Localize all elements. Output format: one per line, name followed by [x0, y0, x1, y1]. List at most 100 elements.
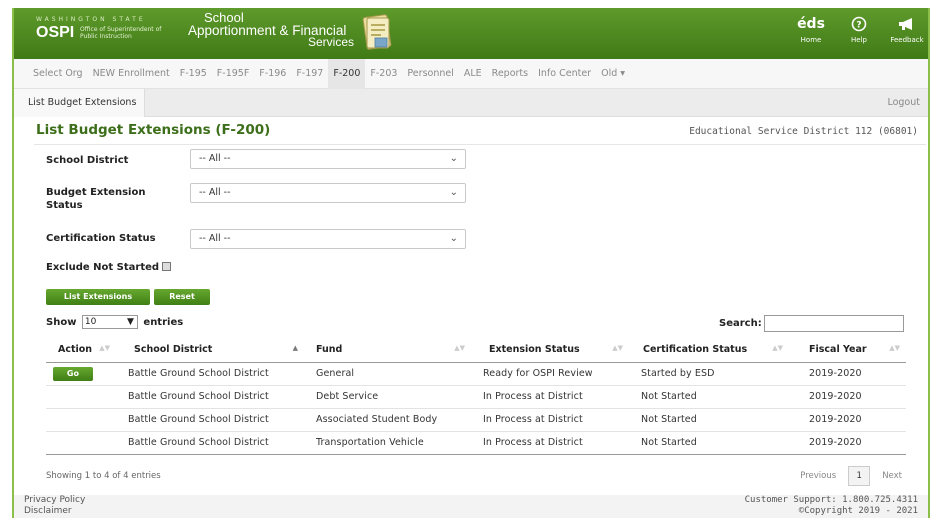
go-button[interactable]: Go	[53, 366, 93, 381]
school-district-label: School District	[46, 155, 129, 166]
sort-icon: ▲▼	[889, 344, 900, 352]
exclude-not-started-checkbox[interactable]	[162, 261, 172, 271]
certification-status-cell: Not Started	[629, 431, 789, 455]
table-info: Showing 1 to 4 of 4 entries	[46, 471, 161, 481]
fund-cell: Associated Student Body	[304, 408, 471, 432]
customer-support: Customer Support: 1.800.725.4311	[744, 495, 918, 505]
previous-page-button[interactable]: Previous	[800, 471, 836, 481]
action-cell: Go	[46, 362, 116, 386]
fiscal-year-cell: 2019-2020	[789, 385, 906, 409]
search-label: Search:	[719, 318, 762, 329]
nav-item-reports[interactable]: Reports	[487, 59, 533, 89]
chevron-down-icon: ▼	[127, 317, 134, 327]
list-extensions-button[interactable]: List Extensions	[46, 289, 150, 305]
sort-icon: ▲▼	[772, 344, 783, 352]
fiscal-year-cell: 2019-2020	[789, 362, 906, 386]
disclaimer-link[interactable]: Disclaimer	[24, 506, 85, 517]
col-header-fund[interactable]: Fund ▲▼	[304, 338, 471, 363]
feedback-link-label: Feedback	[890, 36, 924, 44]
col-header-extension-status-label: Extension Status	[489, 344, 580, 356]
app-frame: WASHINGTON STATE OSPI Office of Superint…	[12, 8, 930, 518]
search-input[interactable]	[764, 315, 904, 332]
pagination: Previous 1 Next	[800, 466, 902, 486]
help-link[interactable]: ? Help	[842, 14, 876, 44]
home-link-label: Home	[800, 36, 822, 44]
col-header-fund-label: Fund	[316, 344, 343, 356]
entries-select[interactable]: 10 ▼	[81, 315, 138, 329]
nav-item-info-center[interactable]: Info Center	[533, 59, 596, 89]
entries-label: entries	[143, 317, 184, 328]
certification-status-cell: Not Started	[629, 408, 789, 432]
certification-status-select[interactable]: -- All -- ⌄	[190, 229, 466, 249]
table-row: Battle Ground School District Associated…	[46, 408, 906, 432]
chevron-down-icon: ⌄	[449, 233, 458, 244]
app-title-line-3: Services	[308, 35, 355, 49]
certification-status-cell: Not Started	[629, 385, 789, 409]
fund-cell: Debt Service	[304, 385, 471, 409]
school-district-value: -- All --	[199, 153, 231, 164]
nav-item-old[interactable]: Old ▾	[596, 59, 630, 89]
budget-extension-status-label: Budget Extension Status	[46, 187, 146, 211]
nav-item-f200[interactable]: F-200	[328, 58, 366, 89]
table-row: Go Battle Ground School District General…	[46, 362, 906, 386]
entries-value: 10	[84, 317, 97, 327]
org-name: Educational Service District 112 (06801)	[689, 126, 918, 137]
page-title: List Budget Extensions (F-200)	[36, 122, 271, 138]
sort-asc-icon: ▲	[292, 344, 298, 352]
col-header-fiscal-year[interactable]: Fiscal Year ▲▼	[789, 338, 906, 363]
action-cell	[46, 431, 116, 455]
home-link[interactable]: éds Home	[794, 14, 828, 44]
sort-icon: ▲▼	[612, 344, 623, 352]
app-header: WASHINGTON STATE OSPI Office of Superint…	[14, 8, 928, 59]
main-nav: Select Org NEW Enrollment F-195 F-195F F…	[14, 58, 928, 89]
exclude-not-started-row: Exclude Not Started	[46, 261, 246, 274]
school-district-cell: Battle Ground School District	[116, 431, 304, 455]
extension-status-cell: In Process at District	[471, 385, 629, 409]
help-link-label: Help	[851, 36, 867, 44]
nav-item-f203[interactable]: F-203	[365, 59, 402, 89]
nav-item-select-org[interactable]: Select Org	[28, 59, 88, 89]
col-header-extension-status[interactable]: Extension Status ▲▼	[471, 338, 629, 363]
col-header-action[interactable]: Action ▲▼	[46, 338, 116, 363]
col-header-certification-status-label: Certification Status	[643, 344, 748, 356]
megaphone-icon: ◀	[898, 14, 916, 34]
next-page-button[interactable]: Next	[882, 471, 902, 481]
fund-cell: General	[304, 362, 471, 386]
school-district-select[interactable]: -- All -- ⌄	[190, 149, 466, 169]
show-entries-control: Show 10 ▼ entries	[46, 315, 183, 329]
chevron-down-icon: ⌄	[449, 153, 458, 164]
nav-item-f196[interactable]: F-196	[254, 59, 291, 89]
nav-item-f195[interactable]: F-195	[175, 59, 212, 89]
page-1-button[interactable]: 1	[848, 466, 871, 486]
title-divider	[34, 144, 926, 145]
nav-item-personnel[interactable]: Personnel	[402, 59, 458, 89]
budget-extension-status-select[interactable]: -- All -- ⌄	[190, 183, 466, 203]
copyright: ©Copyright 2019 - 2021	[798, 506, 918, 516]
sort-icon: ▲▼	[99, 344, 110, 352]
col-header-school-district-label: School District	[134, 344, 213, 356]
ospi-logo[interactable]: OSPI	[36, 24, 74, 42]
feedback-link[interactable]: ◀ Feedback	[890, 14, 924, 44]
budget-extension-status-value: -- All --	[199, 187, 231, 198]
logout-link[interactable]: Logout	[887, 89, 920, 117]
col-header-fiscal-year-label: Fiscal Year	[809, 344, 867, 356]
footer: Privacy Policy Disclaimer Customer Suppo…	[14, 495, 928, 518]
reset-button[interactable]: Reset	[154, 289, 210, 305]
fund-cell: Transportation Vehicle	[304, 431, 471, 455]
nav-item-ale[interactable]: ALE	[459, 59, 487, 89]
extensions-table: Action ▲▼ School District ▲ Fund ▲▼ Extensi…	[46, 338, 906, 455]
privacy-policy-link[interactable]: Privacy Policy	[24, 495, 85, 506]
fiscal-year-cell: 2019-2020	[789, 431, 906, 455]
nav-item-f195f[interactable]: F-195F	[212, 59, 255, 89]
col-header-school-district[interactable]: School District ▲	[116, 338, 304, 363]
chevron-down-icon: ⌄	[449, 187, 458, 198]
nav-item-new-enrollment[interactable]: NEW Enrollment	[88, 59, 175, 89]
col-header-certification-status[interactable]: Certification Status ▲▼	[629, 338, 789, 363]
nav-item-f197[interactable]: F-197	[291, 59, 328, 89]
table-row: Battle Ground School District Debt Servi…	[46, 385, 906, 409]
tab-list-budget-extensions[interactable]: List Budget Extensions	[14, 89, 146, 117]
show-label: Show	[46, 317, 77, 328]
sort-icon: ▲▼	[454, 344, 465, 352]
school-district-cell: Battle Ground School District	[116, 385, 304, 409]
sub-nav: List Budget Extensions Logout	[14, 89, 928, 117]
